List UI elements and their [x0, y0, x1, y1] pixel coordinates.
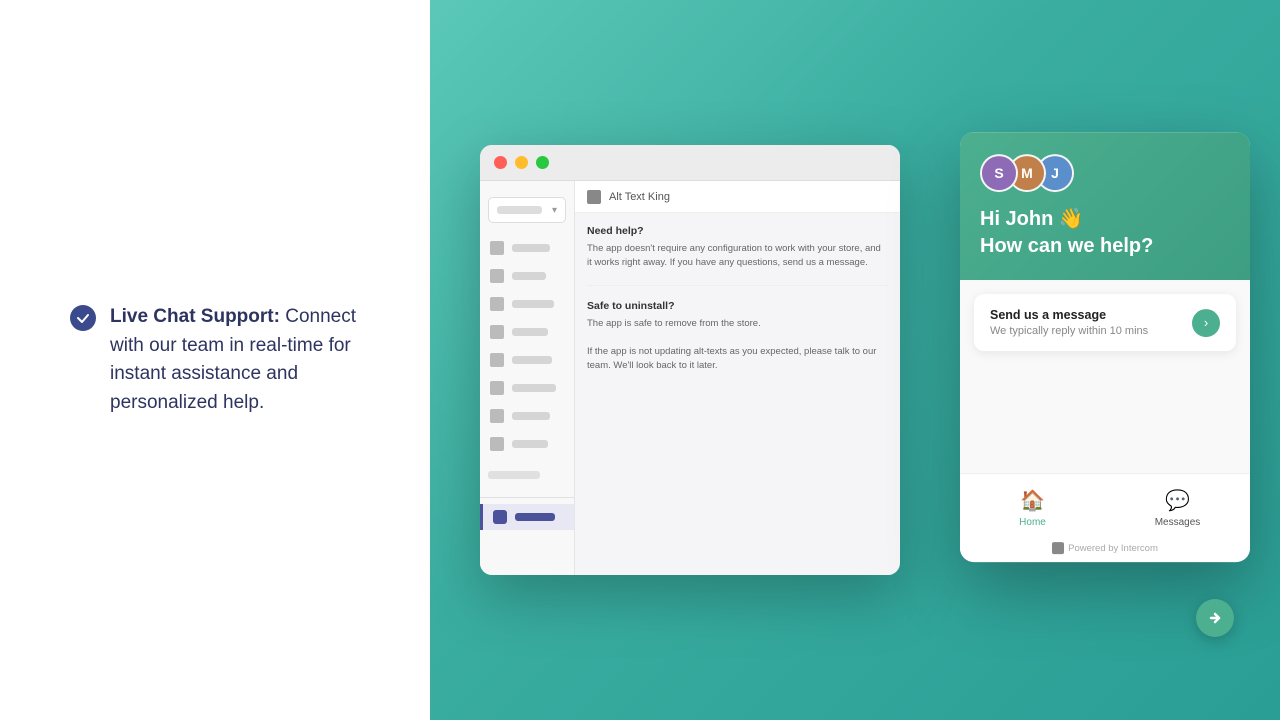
sidebar-item-marketing[interactable]	[480, 375, 574, 401]
analytics-icon	[490, 353, 504, 367]
faq-item: Need help? The app doesn't require any c…	[587, 225, 888, 271]
send-message-card[interactable]: Send us a message We typically reply wit…	[974, 294, 1236, 351]
intercom-icon	[1052, 542, 1064, 554]
avatar-group: S M J	[980, 154, 1230, 192]
send-arrow-icon[interactable]: ›	[1192, 309, 1220, 337]
faq-question-2: Safe to uninstall?	[587, 300, 888, 312]
main-content: Alt Text King Need help? The app doesn't…	[575, 181, 900, 575]
avatar-1: S	[980, 154, 1018, 192]
home-nav-label: Home	[1019, 517, 1046, 528]
marketing-icon	[490, 381, 504, 395]
chat-nav-home[interactable]: 🏠 Home	[960, 484, 1105, 532]
faq-item-2: Safe to uninstall? The app is safe to re…	[587, 300, 888, 374]
orders-icon	[490, 269, 504, 283]
check-icon	[70, 305, 96, 331]
feature-item: Live Chat Support: Connect with our team…	[50, 283, 380, 437]
sidebar-item-analytics[interactable]	[480, 347, 574, 373]
traffic-light-red[interactable]	[494, 156, 507, 169]
powered-by: Powered by Intercom	[960, 538, 1250, 562]
right-panel: ▾	[430, 0, 1280, 720]
messages-nav-label: Messages	[1155, 517, 1201, 528]
sidebar-item-label	[512, 300, 554, 308]
customers-icon	[490, 325, 504, 339]
sidebar-item-alt-text-king[interactable]	[480, 504, 574, 530]
greeting-line2: How can we help?	[980, 233, 1230, 260]
discounts-icon	[490, 409, 504, 423]
sidebar-item-discounts[interactable]	[480, 403, 574, 429]
home-icon	[490, 241, 504, 255]
sidebar-item-label	[512, 272, 546, 280]
sidebar-item-orders[interactable]	[480, 263, 574, 289]
faq-answer-2: The app is safe to remove from the store…	[587, 317, 888, 374]
greeting-line1: Hi John 👋	[980, 206, 1230, 233]
app-window: ▾	[480, 145, 900, 575]
sidebar-item-label	[515, 513, 555, 521]
send-message-content: Send us a message We typically reply wit…	[990, 308, 1182, 337]
messages-nav-icon: 💬	[1165, 488, 1190, 513]
faq-section: Need help? The app doesn't require any c…	[575, 213, 900, 400]
faq-answer-1: The app doesn't require any configuratio…	[587, 242, 888, 271]
traffic-light-green[interactable]	[536, 156, 549, 169]
home-nav-icon: 🏠	[1020, 488, 1045, 513]
chat-header: S M J Hi John 👋 How can we help?	[960, 132, 1250, 280]
sidebar-item-settings[interactable]	[480, 431, 574, 457]
sidebar-item-label	[512, 356, 552, 364]
chevron-down-icon: ▾	[552, 205, 557, 216]
window-body: ▾	[480, 181, 900, 575]
sidebar-item-products[interactable]	[480, 291, 574, 317]
traffic-light-yellow[interactable]	[515, 156, 528, 169]
sidebar-dropdown-bar	[497, 206, 542, 214]
sidebar-item-customers[interactable]	[480, 319, 574, 345]
avatar-image-1: S	[982, 156, 1016, 190]
sidebar-item-label	[512, 328, 548, 336]
send-message-title: Send us a message	[990, 308, 1182, 322]
app-icon	[493, 510, 507, 524]
chat-greeting: Hi John 👋 How can we help?	[980, 206, 1230, 260]
chat-body: Send us a message We typically reply wit…	[960, 280, 1250, 473]
chat-widget: S M J Hi John 👋 How can we help? Send us…	[960, 132, 1250, 562]
feature-text: Live Chat Support: Connect with our team…	[110, 303, 360, 417]
send-message-subtitle: We typically reply within 10 mins	[990, 325, 1182, 337]
chat-nav-messages[interactable]: 💬 Messages	[1105, 484, 1250, 532]
sidebar: ▾	[480, 181, 575, 575]
settings-icon	[490, 437, 504, 451]
main-header-title: Alt Text King	[609, 191, 670, 203]
left-panel: Live Chat Support: Connect with our team…	[0, 0, 430, 720]
faq-question-1: Need help?	[587, 225, 888, 237]
sidebar-dropdown[interactable]: ▾	[488, 197, 566, 223]
powered-by-text: Powered by Intercom	[1068, 543, 1158, 554]
sidebar-item-label	[512, 244, 550, 252]
sidebar-item-label	[512, 412, 550, 420]
chat-close-button[interactable]	[1196, 599, 1234, 637]
main-header: Alt Text King	[575, 181, 900, 213]
chat-footer: 🏠 Home 💬 Messages	[960, 473, 1250, 538]
sidebar-item-label	[512, 440, 548, 448]
products-icon	[490, 297, 504, 311]
app-header-icon	[587, 190, 601, 204]
sidebar-item-home[interactable]	[480, 235, 574, 261]
window-titlebar	[480, 145, 900, 181]
sidebar-item-label	[512, 384, 556, 392]
